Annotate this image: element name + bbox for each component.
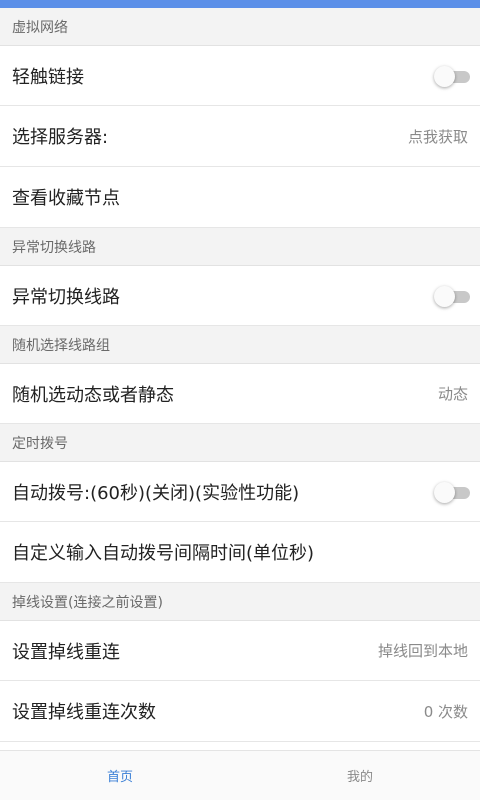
select-server-value: 点我获取 (407, 127, 468, 146)
reconnect-row[interactable]: 设置掉线重连 掉线回到本地 (0, 621, 480, 681)
section-title: 定时拨号 (12, 435, 68, 452)
random-mode-row[interactable]: 随机选动态或者静态 动态 (0, 364, 480, 424)
section-header-timed-dial: 定时拨号 (0, 424, 480, 462)
random-mode-value: 动态 (437, 385, 468, 403)
reconnect-value: 掉线回到本地 (377, 642, 468, 660)
tab-mine[interactable]: 我的 (240, 751, 480, 800)
section-title: 虚拟网络 (12, 19, 68, 36)
toggle-knob (434, 285, 455, 307)
tab-home-label: 首页 (106, 770, 133, 785)
bottom-nav: 首页 我的 (0, 750, 480, 800)
select-server-label: 选择服务器: (12, 127, 109, 148)
tab-mine-label: 我的 (346, 770, 373, 785)
toggle-knob (434, 65, 455, 87)
section-header-disconnect: 掉线设置(连接之前设置) (0, 583, 480, 621)
reconnect-count-row[interactable]: 设置掉线重连次数 0 次数 (0, 681, 480, 742)
toggle-knob (434, 481, 455, 503)
light-touch-link-label: 轻触链接 (12, 66, 84, 88)
failover-row[interactable]: 异常切换线路 (0, 266, 480, 326)
failover-toggle[interactable] (434, 285, 470, 307)
auto-dial-label: 自动拨号:(60秒)(关闭)(实验性功能) (12, 482, 300, 504)
reconnect-count-value: 0 次数 (423, 702, 468, 721)
section-header-failover: 异常切换线路 (0, 228, 480, 266)
section-header-virtual-network: 虚拟网络 (0, 8, 480, 46)
custom-interval-row[interactable]: 自定义输入自动拨号间隔时间(单位秒) (0, 522, 480, 583)
random-mode-label: 随机选动态或者静态 (12, 384, 174, 406)
reconnect-label: 设置掉线重连 (12, 641, 120, 663)
tab-home[interactable]: 首页 (0, 751, 240, 800)
auto-dial-toggle[interactable] (434, 481, 470, 503)
view-favorites-label: 查看收藏节点 (12, 188, 120, 209)
custom-interval-label: 自定义输入自动拨号间隔时间(单位秒) (12, 543, 315, 564)
auto-dial-row[interactable]: 自动拨号:(60秒)(关闭)(实验性功能) (0, 462, 480, 522)
section-title: 异常切换线路 (12, 239, 96, 256)
select-server-row[interactable]: 选择服务器: 点我获取 (0, 106, 480, 167)
light-touch-link-row[interactable]: 轻触链接 (0, 46, 480, 106)
light-touch-link-toggle[interactable] (434, 65, 470, 87)
top-accent-bar (0, 0, 480, 8)
section-title: 掉线设置(连接之前设置) (12, 594, 163, 611)
section-header-random-group: 随机选择线路组 (0, 326, 480, 364)
view-favorites-row[interactable]: 查看收藏节点 (0, 167, 480, 228)
reconnect-count-label: 设置掉线重连次数 (12, 702, 156, 723)
failover-label: 异常切换线路 (12, 286, 120, 308)
section-title: 随机选择线路组 (12, 337, 110, 354)
